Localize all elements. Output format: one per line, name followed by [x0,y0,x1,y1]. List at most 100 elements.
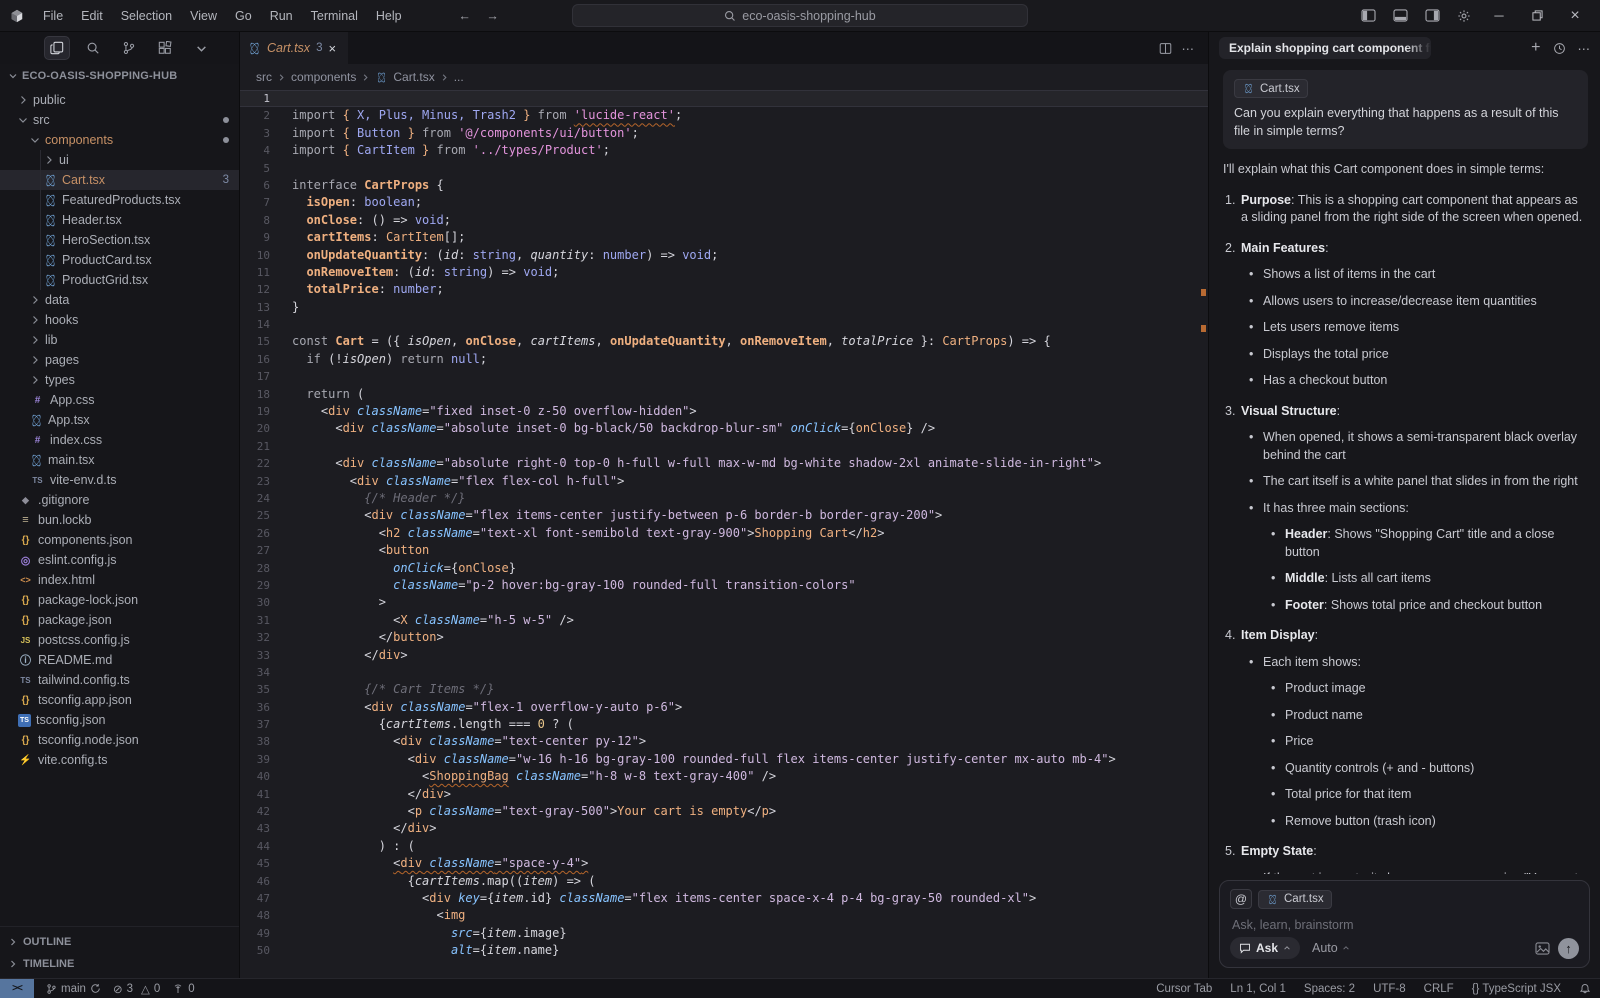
split-editor-icon[interactable] [1159,42,1172,55]
breadcrumb[interactable]: src components Cart.tsx ... [240,64,1208,90]
tree-item-app-css[interactable]: #App.css [0,390,239,410]
breadcrumb-file[interactable]: Cart.tsx [393,70,434,84]
timeline-section[interactable]: TIMELINE [8,954,239,974]
code-line-27[interactable]: 27 <button [240,542,1208,559]
code-line-36[interactable]: 36 <div className="flex-1 overflow-y-aut… [240,699,1208,716]
window-close-button[interactable]: × [1558,2,1592,30]
code-line-12[interactable]: 12 totalPrice: number; [240,281,1208,298]
breadcrumb-components[interactable]: components [291,70,356,84]
code-line-17[interactable]: 17 [240,368,1208,385]
code-line-32[interactable]: 32 </button> [240,629,1208,646]
tree-item-index-css[interactable]: #index.css [0,430,239,450]
code-line-42[interactable]: 42 <p className="text-gray-500">Your car… [240,803,1208,820]
tree-item-herosection-tsx[interactable]: HeroSection.tsx [0,230,239,250]
menu-terminal[interactable]: Terminal [302,9,367,23]
tree-item-data[interactable]: data [0,290,239,310]
code-line-24[interactable]: 24 {/* Header */} [240,490,1208,507]
add-context-at-button[interactable]: @ [1230,889,1252,909]
new-chat-plus-icon[interactable]: + [1531,39,1540,57]
code-line-19[interactable]: 19 <div className="fixed inset-0 z-50 ov… [240,403,1208,420]
chat-input-placeholder[interactable]: Ask, learn, brainstorm [1232,918,1579,932]
menu-edit[interactable]: Edit [72,9,112,23]
chat-more-icon[interactable]: ⋯ [1578,41,1591,56]
tree-item-components-json[interactable]: {}components.json [0,530,239,550]
tree-item-public[interactable]: public [0,90,239,110]
code-line-26[interactable]: 26 <h2 className="text-xl font-semibold … [240,525,1208,542]
tree-item-tsconfig-app-json[interactable]: {}tsconfig.app.json [0,690,239,710]
send-button[interactable]: ↑ [1558,938,1579,959]
code-line-5[interactable]: 5 [240,160,1208,177]
chat-history-icon[interactable] [1553,42,1566,55]
code-line-46[interactable]: 46 {cartItems.map((item) => ( [240,873,1208,890]
tree-item-featuredproducts-tsx[interactable]: FeaturedProducts.tsx [0,190,239,210]
problems-status[interactable]: ⊘3 △0 [107,979,166,998]
code-line-2[interactable]: 2import { X, Plus, Minus, Trash2 } from … [240,107,1208,124]
tree-item-ui[interactable]: ui [0,150,239,170]
menu-file[interactable]: File [34,9,72,23]
explorer-files-icon[interactable] [44,36,70,60]
language-mode-status[interactable]: {} TypeScript JSX [1463,983,1570,995]
code-line-35[interactable]: 35 {/* Cart Items */} [240,681,1208,698]
code-line-38[interactable]: 38 <div className="text-center py-12"> [240,733,1208,750]
code-line-9[interactable]: 9 cartItems: CartItem[]; [240,229,1208,246]
tree-item-bun-lockb[interactable]: ≡bun.lockb [0,510,239,530]
chat-tab-title[interactable]: Explain shopping cart component fun [1219,37,1431,59]
outline-section[interactable]: OUTLINE [8,932,239,952]
code-line-4[interactable]: 4import { CartItem } from '../types/Prod… [240,142,1208,159]
code-line-10[interactable]: 10 onUpdateQuantity: (id: string, quanti… [240,247,1208,264]
cursor-position-status[interactable]: Ln 1, Col 1 [1221,983,1295,995]
context-file-chip[interactable]: Cart.tsx [1234,79,1308,98]
window-restore-button[interactable] [1520,2,1554,30]
code-line-34[interactable]: 34 [240,664,1208,681]
tree-item-tsconfig-node-json[interactable]: {}tsconfig.node.json [0,730,239,750]
code-line-18[interactable]: 18 return ( [240,386,1208,403]
tree-item-tsconfig-json[interactable]: TStsconfig.json [0,710,239,730]
toggle-primary-sidebar-icon[interactable] [1354,4,1382,28]
tree-item-lib[interactable]: lib [0,330,239,350]
menu-run[interactable]: Run [261,9,302,23]
cursor-tab-status[interactable]: Cursor Tab [1147,983,1221,995]
code-line-31[interactable]: 31 <X className="h-5 w-5" /> [240,612,1208,629]
eol-status[interactable]: CRLF [1415,983,1463,995]
code-line-29[interactable]: 29 className="p-2 hover:bg-gray-100 roun… [240,577,1208,594]
mode-selector-ask[interactable]: Ask [1230,937,1300,959]
breadcrumb-symbol[interactable]: ... [454,70,464,84]
attach-image-icon[interactable] [1535,942,1550,955]
extensions-icon[interactable] [152,36,178,60]
code-line-30[interactable]: 30 > [240,594,1208,611]
code-line-22[interactable]: 22 <div className="absolute right-0 top-… [240,455,1208,472]
chat-input-box[interactable]: @ Cart.tsx Ask, learn, brainstorm Ask Au… [1219,880,1590,968]
git-branch-status[interactable]: main [40,979,107,998]
tree-item-index-html[interactable]: <>index.html [0,570,239,590]
menu-go[interactable]: Go [226,9,261,23]
menu-help[interactable]: Help [367,9,411,23]
tree-item--gitignore[interactable]: ◆.gitignore [0,490,239,510]
code-line-15[interactable]: 15const Cart = ({ isOpen, onClose, cartI… [240,333,1208,350]
code-line-37[interactable]: 37 {cartItems.length === 0 ? ( [240,716,1208,733]
nav-back-icon[interactable]: ← [451,4,479,28]
tree-item-components[interactable]: components [0,130,239,150]
code-line-45[interactable]: 45 <div className="space-y-4"> [240,855,1208,872]
tree-item-productcard-tsx[interactable]: ProductCard.tsx [0,250,239,270]
code-line-1[interactable]: 1 [240,90,1208,107]
breadcrumb-src[interactable]: src [256,70,272,84]
tree-item-app-tsx[interactable]: App.tsx [0,410,239,430]
ports-status[interactable]: 0 [166,979,200,998]
code-line-8[interactable]: 8 onClose: () => void; [240,212,1208,229]
search-panel-icon[interactable] [80,36,106,60]
code-line-44[interactable]: 44 ) : ( [240,838,1208,855]
tree-item-package-lock-json[interactable]: {}package-lock.json [0,590,239,610]
code-line-41[interactable]: 41 </div> [240,786,1208,803]
project-header[interactable]: ECO-OASIS-SHOPPING-HUB [0,64,239,88]
window-minimize-button[interactable]: ─ [1482,2,1516,30]
source-control-icon[interactable] [116,36,142,60]
tree-item-cart-tsx[interactable]: Cart.tsx3 [0,170,239,190]
tree-item-main-tsx[interactable]: main.tsx [0,450,239,470]
tree-item-productgrid-tsx[interactable]: ProductGrid.tsx [0,270,239,290]
tree-item-package-json[interactable]: {}package.json [0,610,239,630]
tab-close-icon[interactable]: × [328,41,336,56]
tree-item-tailwind-config-ts[interactable]: TStailwind.config.ts [0,670,239,690]
tree-item-eslint-config-js[interactable]: ◎eslint.config.js [0,550,239,570]
toggle-secondary-sidebar-icon[interactable] [1418,4,1446,28]
tree-item-src[interactable]: src [0,110,239,130]
